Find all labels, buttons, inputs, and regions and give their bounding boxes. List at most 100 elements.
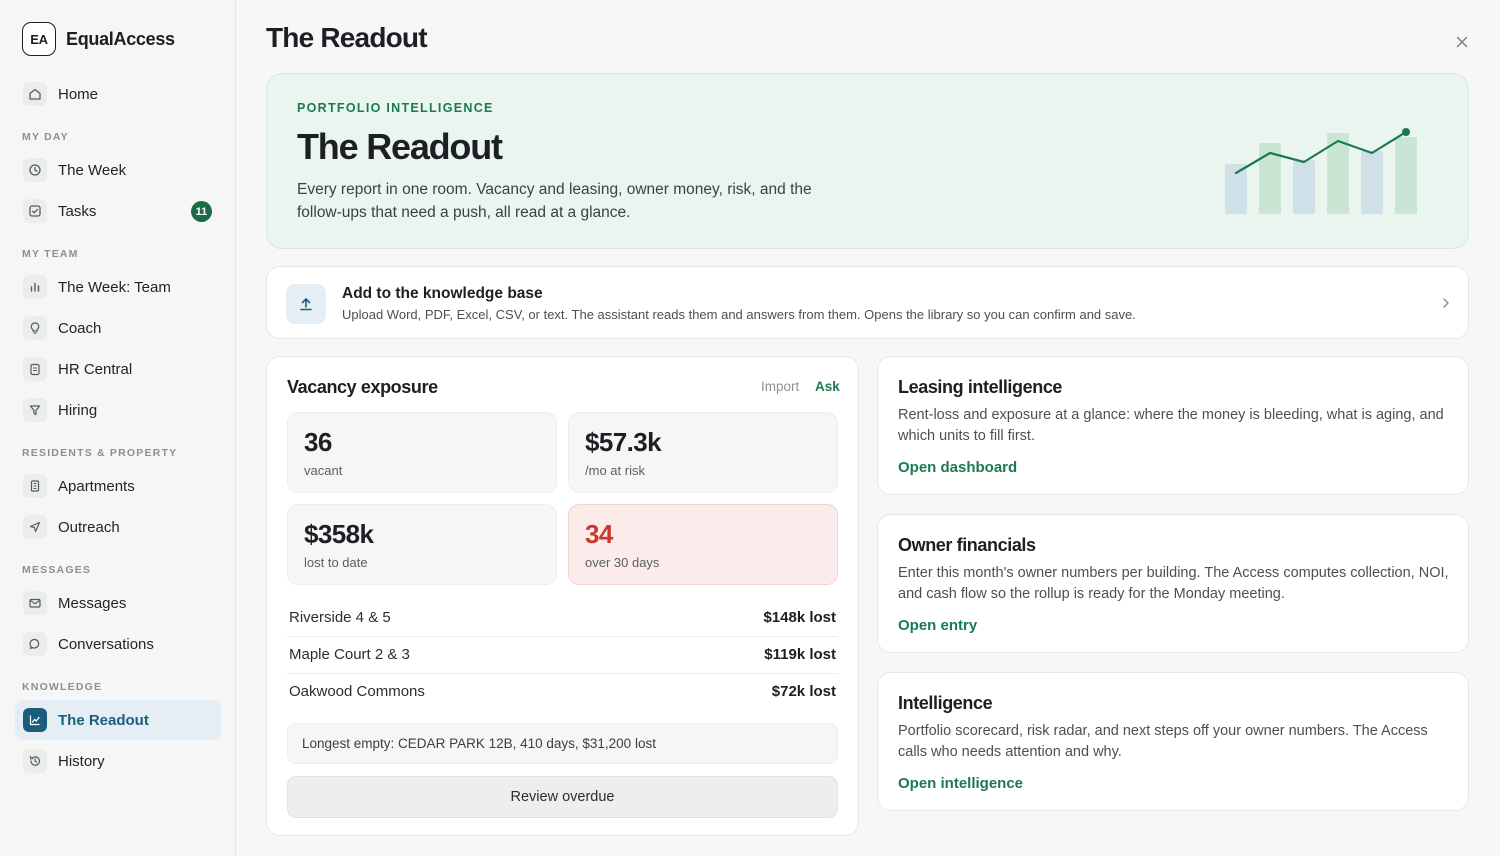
- sidebar-item-the-week[interactable]: The Week: [15, 150, 221, 190]
- knowledge-base-banner[interactable]: Add to the knowledge base Upload Word, P…: [266, 266, 1469, 339]
- ask-link[interactable]: Ask: [815, 379, 840, 394]
- chevron-right-icon: [1443, 298, 1449, 308]
- stat-value: 34: [585, 519, 613, 549]
- stat-vacant: 36 vacant: [287, 412, 557, 493]
- property-row[interactable]: Riverside 4 & 5 $148k lost: [287, 600, 838, 637]
- bar-chart-icon: [23, 275, 47, 299]
- clipboard-icon: [23, 357, 47, 381]
- sidebar-item-messages[interactable]: Messages: [15, 583, 221, 623]
- sidebar-item-the-readout[interactable]: The Readout: [15, 700, 221, 740]
- card-title: Owner financials: [898, 535, 1036, 555]
- leasing-intelligence-card: Leasing intelligence Rent-loss and expos…: [877, 356, 1469, 495]
- card-title: Intelligence: [898, 693, 993, 713]
- sidebar-item-hiring[interactable]: Hiring: [15, 390, 221, 430]
- sidebar-item-hr-central[interactable]: HR Central: [15, 349, 221, 389]
- sidebar-item-label: Messages: [58, 594, 127, 612]
- brand-name: EqualAccess: [66, 28, 175, 49]
- stat-monthly-risk: $57.3k /mo at risk: [568, 412, 838, 493]
- sidebar-item-label: History: [58, 752, 105, 770]
- close-icon: [1456, 36, 1468, 48]
- property-loss: $72k lost: [771, 683, 836, 700]
- mail-icon: [23, 591, 47, 615]
- hero-title: The Readout: [297, 126, 503, 167]
- brand[interactable]: EA EqualAccess: [22, 22, 175, 56]
- sidebar-item-label: Tasks: [58, 202, 97, 220]
- chat-bubble-icon: [23, 632, 47, 656]
- hero-chart-illustration: [1225, 128, 1417, 214]
- sidebar-item-coach[interactable]: Coach: [15, 308, 221, 348]
- card-description: Portfolio scorecard, risk radar, and nex…: [898, 723, 1428, 760]
- upload-icon: [286, 284, 326, 324]
- sidebar-item-label: Apartments: [58, 477, 135, 495]
- page-title: The Readout: [266, 22, 428, 53]
- sidebar-item-label: The Week: Team: [58, 278, 171, 296]
- sidebar-item-apartments[interactable]: Apartments: [15, 466, 221, 506]
- card-title: Vacancy exposure: [287, 377, 438, 397]
- send-icon: [23, 515, 47, 539]
- sidebar-item-label: Outreach: [58, 518, 120, 536]
- vacancy-exposure-card: Vacancy exposure Import Ask 36 vacant $5…: [266, 356, 859, 836]
- property-name: Maple Court 2 & 3: [289, 646, 410, 663]
- section-label-my-day: MY DAY: [22, 131, 69, 143]
- building-icon: [23, 474, 47, 498]
- open-dashboard-link[interactable]: Open dashboard: [898, 459, 1017, 476]
- open-entry-link[interactable]: Open entry: [898, 617, 977, 634]
- sidebar-item-label: Conversations: [58, 635, 154, 653]
- knowledge-base-title: Add to the knowledge base: [342, 285, 543, 302]
- sidebar: EA EqualAccess Home MY DAY The Week Task…: [0, 0, 236, 856]
- stat-label: /mo at risk: [585, 463, 645, 478]
- section-label-messages: MESSAGES: [22, 564, 92, 576]
- stat-over-30-days: 34 over 30 days: [568, 504, 838, 585]
- sidebar-item-tasks[interactable]: Tasks 11: [15, 191, 221, 231]
- lightbulb-icon: [23, 316, 47, 340]
- property-name: Oakwood Commons: [289, 683, 425, 700]
- clock-icon: [23, 158, 47, 182]
- property-row[interactable]: Oakwood Commons $72k lost: [287, 674, 838, 711]
- knowledge-base-description: Upload Word, PDF, Excel, CSV, or text. T…: [342, 307, 1136, 322]
- property-loss: $148k lost: [763, 609, 836, 626]
- sidebar-item-outreach[interactable]: Outreach: [15, 507, 221, 547]
- owner-financials-card: Owner financials Enter this month's owne…: [877, 514, 1469, 653]
- card-title: Leasing intelligence: [898, 377, 1063, 397]
- tasks-count-badge: 11: [191, 201, 212, 222]
- sidebar-item-week-team[interactable]: The Week: Team: [15, 267, 221, 307]
- card-description: Enter this month's owner numbers per bui…: [898, 565, 1449, 602]
- open-intelligence-link[interactable]: Open intelligence: [898, 775, 1023, 792]
- card-description: Rent-loss and exposure at a glance: wher…: [898, 407, 1444, 444]
- property-row[interactable]: Maple Court 2 & 3 $119k lost: [287, 637, 838, 674]
- hero-eyebrow: PORTFOLIO INTELLIGENCE: [297, 101, 494, 115]
- stat-value: $358k: [304, 519, 374, 549]
- stat-label: over 30 days: [585, 555, 660, 570]
- hero-banner: PORTFOLIO INTELLIGENCE The Readout Every…: [266, 73, 1469, 249]
- longest-empty-note: Longest empty: CEDAR PARK 12B, 410 days,…: [287, 723, 838, 764]
- import-link[interactable]: Import: [761, 379, 799, 394]
- close-button[interactable]: [1451, 31, 1473, 53]
- stat-value: $57.3k: [585, 427, 662, 457]
- sidebar-item-label: The Readout: [58, 711, 149, 729]
- line-chart-icon: [23, 708, 47, 732]
- sidebar-item-home[interactable]: Home: [15, 74, 221, 114]
- sidebar-item-label: Home: [58, 85, 99, 103]
- history-icon: [23, 749, 47, 773]
- sidebar-item-label: Coach: [58, 319, 102, 337]
- section-label-knowledge: KNOWLEDGE: [22, 681, 103, 693]
- sidebar-item-history[interactable]: History: [15, 741, 221, 781]
- checkbox-icon: [23, 199, 47, 223]
- home-icon: [23, 82, 47, 106]
- stat-label: lost to date: [304, 555, 368, 570]
- sidebar-item-label: HR Central: [58, 360, 133, 378]
- stat-lost-to-date: $358k lost to date: [287, 504, 557, 585]
- property-loss: $119k lost: [764, 646, 836, 663]
- longest-empty-text: Longest empty: CEDAR PARK 12B, 410 days,…: [302, 736, 656, 751]
- stat-label: vacant: [304, 463, 343, 478]
- sidebar-item-label: The Week: [58, 161, 127, 179]
- review-overdue-button[interactable]: Review overdue: [287, 776, 838, 818]
- sidebar-item-label: Hiring: [58, 401, 98, 419]
- section-label-residents: RESIDENTS & PROPERTY: [22, 447, 178, 459]
- section-label-my-team: MY TEAM: [22, 248, 79, 260]
- brand-logo: EA: [22, 22, 56, 56]
- intelligence-card: Intelligence Portfolio scorecard, risk r…: [877, 672, 1469, 811]
- funnel-icon: [23, 398, 47, 422]
- property-name: Riverside 4 & 5: [289, 609, 391, 626]
- sidebar-item-conversations[interactable]: Conversations: [15, 624, 221, 664]
